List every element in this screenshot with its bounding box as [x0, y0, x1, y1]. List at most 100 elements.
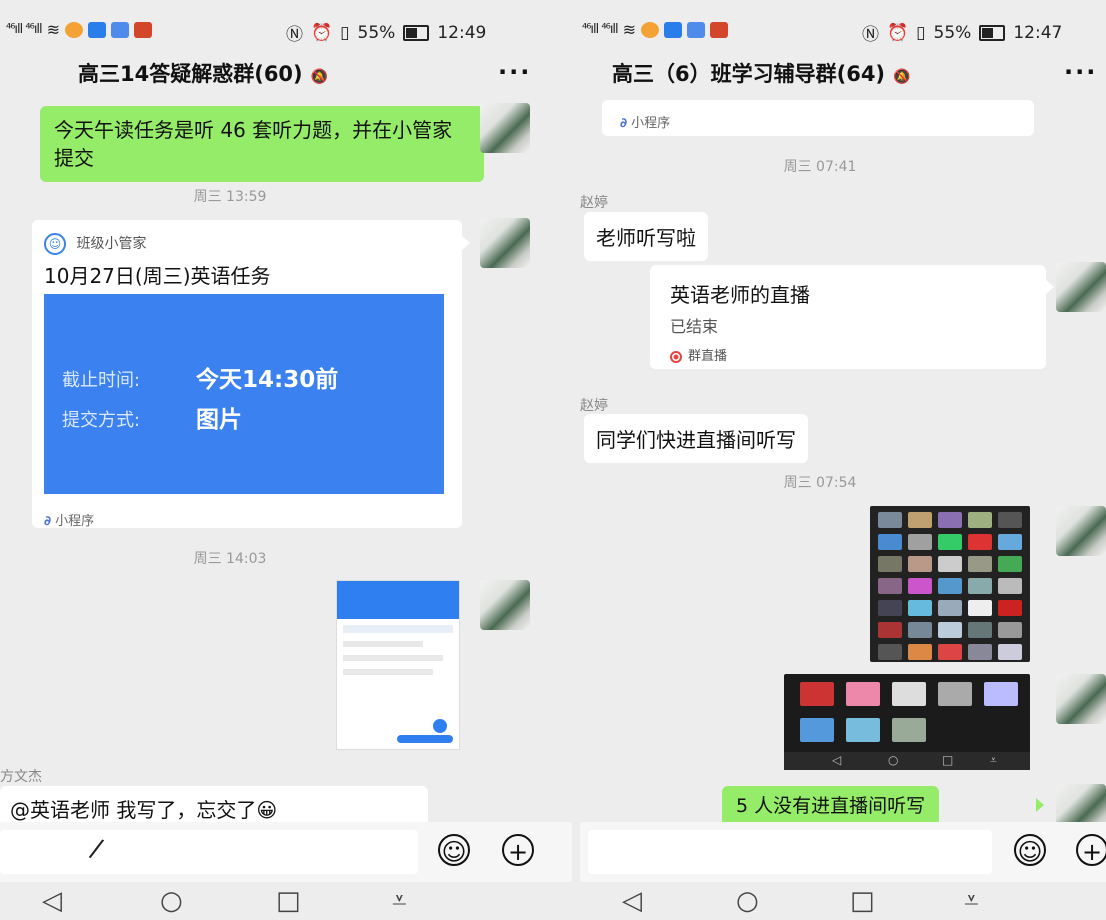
app-icon	[710, 21, 729, 38]
app-icon	[134, 21, 153, 38]
live-title: 英语老师的直播	[670, 283, 810, 307]
more-button[interactable]: ···	[1064, 58, 1097, 86]
avatar[interactable]	[1056, 262, 1106, 312]
image-thumb	[878, 578, 902, 594]
message-bubble[interactable]: 同学们快进直播间听写	[584, 414, 808, 463]
card-cover: 截止时间: 今天14:30前 提交方式: 图片	[44, 294, 444, 494]
chat-title-text: 高三（6）班学习辅导群(64)	[612, 62, 886, 86]
app-icon	[65, 21, 84, 38]
screenshot-row	[343, 625, 453, 633]
timestamp: 周三 13:59	[193, 189, 267, 205]
nav-back-icon[interactable]: ◁	[42, 886, 62, 916]
image-thumb	[968, 512, 992, 528]
nav-down-icon[interactable]: ⩡	[964, 886, 979, 917]
deadline-label: 截止时间:	[62, 370, 141, 391]
app-icon	[664, 21, 683, 38]
app-icon	[687, 21, 706, 38]
app-icon	[88, 21, 107, 38]
live-status: 已结束	[670, 317, 719, 336]
bubble-tail	[1036, 798, 1044, 812]
image-thumb	[938, 578, 962, 594]
image-thumb	[938, 622, 962, 638]
plus-icon[interactable]: +	[502, 834, 534, 866]
avatar[interactable]	[480, 580, 530, 630]
message-input[interactable]: /	[0, 830, 418, 874]
image-message[interactable]: ◁ ○ □ ⩡	[784, 674, 1030, 770]
app-icon	[111, 21, 130, 38]
image-thumb	[984, 682, 1018, 706]
image-thumb	[878, 600, 902, 616]
screenshot-header	[337, 581, 459, 619]
alarm-icon: ⏰	[887, 22, 909, 43]
battery-percent: 55%	[357, 22, 396, 43]
nav-recent-icon[interactable]: □	[850, 886, 875, 916]
image-thumb	[998, 534, 1022, 550]
image-thumb	[892, 682, 926, 706]
emoji-icon[interactable]: ☺	[1014, 834, 1046, 866]
image-thumb	[846, 718, 880, 742]
mini-program-card[interactable]: ∂ 小程序	[602, 100, 1034, 136]
image-thumb	[968, 534, 992, 550]
chat-title-text: 高三14答疑解惑群(60)	[78, 62, 303, 86]
avatar[interactable]	[1056, 674, 1106, 724]
nav-home-icon[interactable]: ○	[160, 886, 183, 916]
message-input[interactable]	[588, 830, 992, 874]
image-thumb	[938, 534, 962, 550]
live-footer: 群直播	[670, 345, 727, 364]
nav-home-icon[interactable]: ○	[736, 886, 759, 916]
mute-icon: 🔕	[893, 69, 911, 85]
clock: 12:49	[437, 22, 487, 43]
screenshot-button	[397, 735, 453, 743]
image-thumb	[998, 644, 1022, 660]
card-app-name: 班级小管家	[76, 236, 147, 252]
plus-icon[interactable]: +	[1076, 834, 1106, 866]
mini-program-icon: ∂	[620, 116, 628, 131]
message-bubble[interactable]: 今天午读任务是听 46 套听力题，并在小管家提交	[40, 106, 484, 182]
signal-icon: ⁴⁶ıll ⁴⁶ıll	[6, 22, 43, 37]
nav-home-icon: ○	[888, 753, 899, 767]
image-thumb-grid	[878, 512, 1022, 660]
image-message[interactable]	[336, 580, 460, 750]
image-thumb	[800, 682, 834, 706]
avatar[interactable]	[480, 218, 530, 268]
image-thumb	[908, 644, 932, 660]
deadline-value: 今天14:30前	[196, 367, 339, 393]
nav-down-icon[interactable]: ⩡	[392, 886, 407, 917]
screenshot-row	[343, 655, 443, 661]
bubble-tail	[462, 236, 470, 250]
nav-recent-icon[interactable]: □	[276, 886, 301, 916]
emoji-icon[interactable]: ☺	[438, 834, 470, 866]
message-bubble[interactable]: 老师听写啦	[584, 212, 708, 261]
live-stream-card[interactable]: 英语老师的直播 已结束 群直播	[650, 265, 1046, 369]
more-button[interactable]: ···	[498, 58, 531, 86]
nav-back-icon[interactable]: ◁	[622, 886, 642, 916]
nav-bar: ◁ ○ □ ⩡	[0, 882, 572, 920]
avatar[interactable]	[1056, 506, 1106, 556]
image-thumb	[846, 682, 880, 706]
image-thumb	[998, 600, 1022, 616]
timestamp: 周三 14:03	[193, 551, 267, 567]
image-thumb	[938, 556, 962, 572]
image-thumb	[908, 578, 932, 594]
sender-name: 赵婷	[580, 195, 608, 211]
pen-icon: /	[87, 833, 106, 865]
vibrate-icon: ▯	[340, 22, 350, 43]
app-logo-icon: ☺	[44, 233, 66, 255]
mute-icon: 🔕	[310, 69, 329, 85]
timestamp: 周三 07:54	[783, 475, 857, 491]
chat-title: 高三14答疑解惑群(60) 🔕	[78, 58, 328, 88]
image-thumb	[968, 556, 992, 572]
bubble-tail	[1046, 280, 1054, 294]
mini-program-card[interactable]: ☺ 班级小管家 10月27日(周三)英语任务 截止时间: 今天14:30前 提交…	[32, 220, 462, 529]
image-thumb	[878, 644, 902, 660]
image-thumb	[908, 534, 932, 550]
signal-icon: ⁴⁶ıll ⁴⁶ıll	[582, 22, 619, 37]
avatar[interactable]	[480, 103, 530, 153]
input-bar: ☺ +	[580, 822, 1106, 882]
screenshot-row	[343, 641, 423, 647]
battery-icon	[403, 24, 430, 41]
message-bubble[interactable]: 5 人没有进直播间听写	[722, 786, 940, 826]
image-thumb	[998, 512, 1022, 528]
image-thumb	[968, 578, 992, 594]
image-message[interactable]	[870, 506, 1030, 662]
